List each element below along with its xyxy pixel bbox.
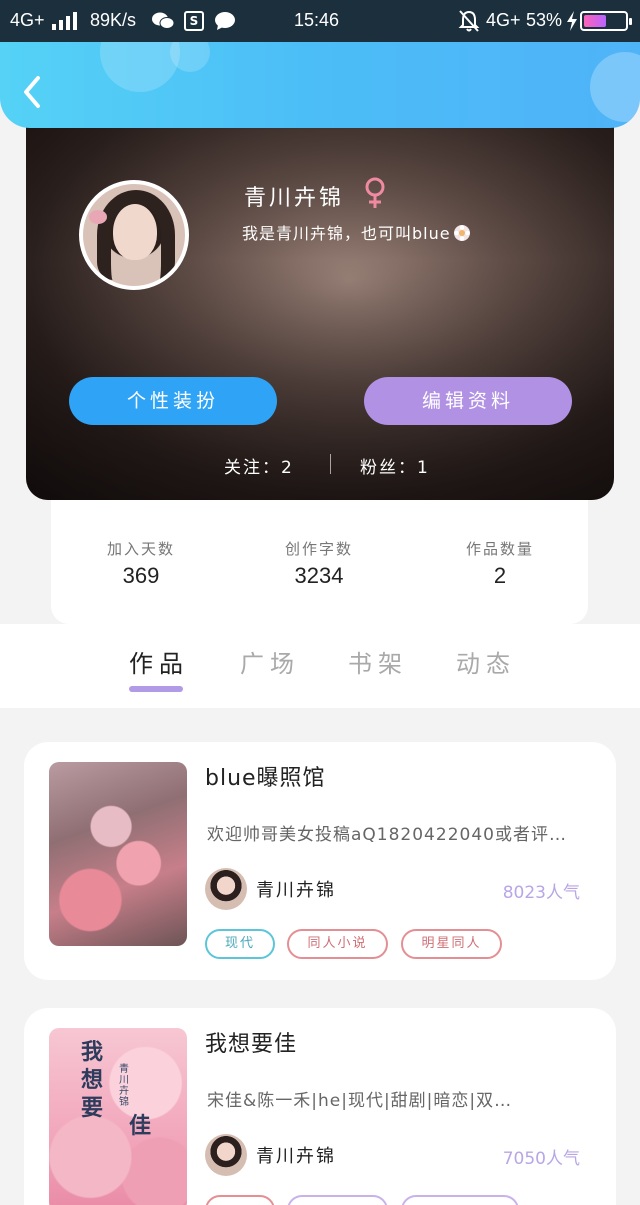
author-name: 青川卉锦 [256, 880, 336, 901]
tag[interactable]: 现代 [205, 929, 275, 959]
wechat-icon [152, 12, 174, 29]
author-name: 青川卉锦 [256, 1146, 336, 1167]
battery-percent: 53% [526, 10, 563, 30]
profile-bio: 我是青川卉锦，也可叫blue [242, 220, 471, 244]
stat-join-days: 加入天数 369 [106, 540, 175, 588]
work-description: 欢迎帅哥美女投稿aQ1820422040或者评… [207, 825, 567, 845]
edit-profile-button[interactable]: 编辑资料 [364, 377, 572, 425]
tag[interactable] [205, 1195, 275, 1205]
charging-icon [567, 11, 577, 31]
tab-moments[interactable]: 动态 [456, 644, 516, 679]
author-avatar[interactable] [205, 1134, 247, 1176]
work-title[interactable]: blue曝照馆 [205, 760, 326, 792]
clock: 15:46 [294, 10, 340, 30]
tab-works[interactable]: 作品 [129, 644, 189, 679]
fans-count[interactable]: 粉丝：1 [360, 453, 430, 478]
profile-name: 青川卉锦 [244, 186, 345, 211]
stat-word-count: 创作字数 3234 [284, 540, 353, 588]
work-card[interactable]: 我想要 青川卉锦 佳 我想要佳 宋佳&陈一禾|he|现代|甜剧|暗恋|双… 青川… [24, 1008, 616, 1205]
tab-square[interactable]: 广场 [240, 644, 300, 679]
tag[interactable] [287, 1195, 388, 1205]
tab-bar: 作品 广场 书架 动态 [0, 624, 640, 708]
mute-bell-icon [458, 10, 480, 32]
work-cover[interactable] [49, 762, 187, 946]
follow-count[interactable]: 关注：2 [224, 453, 294, 478]
tag[interactable] [401, 1195, 519, 1205]
flower-icon [453, 225, 470, 241]
back-button[interactable] [18, 72, 48, 112]
network-speed: 89K/s [90, 10, 137, 30]
signal-icon [52, 12, 78, 30]
work-cover[interactable]: 我想要 青川卉锦 佳 [49, 1028, 187, 1205]
avatar[interactable] [79, 180, 189, 290]
network-type: 4G+ [10, 10, 45, 30]
divider [330, 454, 331, 474]
header-bar [0, 42, 640, 128]
work-description: 宋佳&陈一禾|he|现代|甜剧|暗恋|双… [207, 1091, 513, 1111]
s-app-icon: S [184, 11, 204, 31]
network-type-2: 4G+ [486, 10, 521, 30]
author-avatar[interactable] [205, 868, 247, 910]
female-icon [365, 177, 385, 208]
tab-bookshelf[interactable]: 书架 [348, 644, 408, 679]
work-card[interactable]: blue曝照馆 欢迎帅哥美女投稿aQ1820422040或者评… 青川卉锦 80… [24, 742, 616, 980]
work-title[interactable]: 我想要佳 [205, 1026, 297, 1058]
stats-card: 加入天数 369 创作字数 3234 作品数量 2 [51, 500, 588, 624]
message-icon [215, 12, 235, 30]
profile-card: 青川卉锦 我是青川卉锦，也可叫blue 个性装扮 编辑资料 关注：2 粉丝：1 [26, 100, 614, 500]
dress-up-button[interactable]: 个性装扮 [69, 377, 277, 425]
tag[interactable]: 明星同人 [401, 929, 502, 959]
status-bar: 4G+ 89K/s S 15:46 4G+ 53% [0, 0, 640, 42]
popularity: 8023人气 [502, 883, 580, 903]
stat-work-count: 作品数量 2 [465, 540, 534, 588]
popularity: 7050人气 [502, 1149, 580, 1169]
tab-indicator [129, 686, 183, 692]
tag[interactable]: 同人小说 [287, 929, 388, 959]
battery-icon [580, 11, 632, 31]
